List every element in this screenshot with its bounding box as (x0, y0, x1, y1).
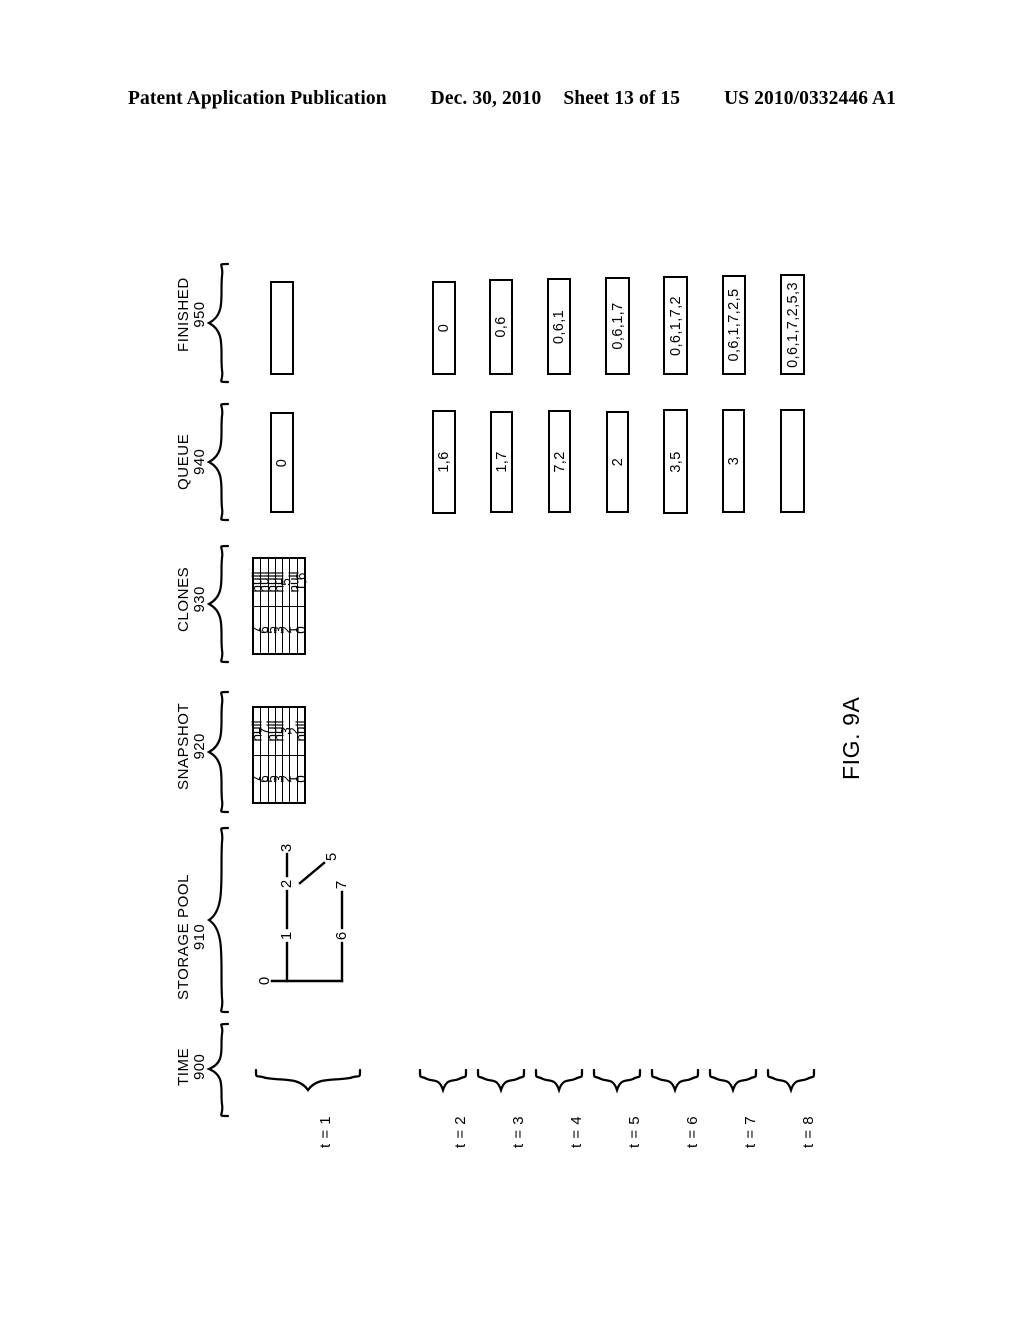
queue-box-t1: 0 (270, 412, 294, 513)
section-label-finished-text: FINISHED (175, 277, 192, 352)
brace-storage-pool (206, 826, 230, 1014)
time-label-t4: t = 4 (568, 1115, 585, 1148)
brace-snapshot (206, 690, 230, 814)
finished-value-t8: 0,6,1,7,2,5,3 (784, 281, 801, 368)
brace-finished (206, 262, 230, 384)
queue-value-t2: 1,6 (436, 451, 452, 473)
tree-node-7: 7 (333, 881, 350, 889)
time-brace-t2 (418, 1068, 468, 1094)
time-brace-t8 (766, 1068, 816, 1094)
finished-box-t2: 0 (432, 281, 456, 375)
brace-queue (206, 402, 230, 522)
time-label-t6: t = 6 (684, 1115, 701, 1148)
snapshot-table: null 0 2 1 3 2 null 3 null 5 7 6 null 7 (249, 706, 308, 804)
finished-value-t4: 0,6,1 (551, 309, 567, 344)
finished-box-t7: 0,6,1,7,2,5 (722, 275, 746, 375)
queue-box-t4: 7,2 (548, 410, 571, 513)
finished-value-t6: 0,6,1,7,2 (667, 295, 684, 356)
section-label-finished: FINISHED 950 (175, 277, 208, 352)
queue-box-t6: 3,5 (663, 409, 688, 514)
finished-value-t5: 0,6,1,7 (609, 302, 626, 350)
section-label-storage-pool: STORAGE POOL 910 (175, 873, 208, 1000)
figure-caption: FIG. 9A (838, 696, 864, 780)
time-brace-t1 (254, 1068, 362, 1093)
finished-box-t3: 0,6 (489, 279, 513, 375)
tree-edge-2-5 (298, 861, 326, 885)
time-label-t7: t = 7 (742, 1115, 759, 1148)
queue-box-t3: 1,7 (490, 411, 513, 513)
section-label-clones: CLONES 930 (175, 566, 208, 632)
snapshot-key-6: 7 (249, 774, 265, 783)
finished-box-t8: 0,6,1,7,2,5,3 (780, 274, 805, 375)
time-brace-t6 (650, 1068, 700, 1094)
queue-value-t7: 3 (725, 456, 742, 466)
time-label-t5: t = 5 (626, 1115, 643, 1148)
queue-box-t7: 3 (722, 409, 745, 513)
finished-box-t1 (270, 281, 294, 375)
finished-box-t6: 0,6,1,7,2 (663, 276, 688, 375)
section-label-snapshot: SNAPSHOT 920 (175, 702, 208, 790)
time-brace-t4 (534, 1068, 584, 1094)
tree-node-3: 3 (278, 844, 295, 852)
clones-col-1: null 1 (286, 559, 301, 653)
section-label-clones-text: CLONES (175, 566, 192, 632)
time-label-t8: t = 8 (800, 1115, 817, 1148)
storage-pool-tree: 0 1 2 3 5 6 7 (256, 844, 350, 985)
clones-value-6: null (250, 559, 265, 607)
finished-value-t7: 0,6,1,7,2,5 (726, 288, 742, 362)
queue-box-t8 (780, 409, 805, 513)
snapshot-col-1: 2 1 (286, 708, 301, 802)
section-label-storage-pool-text: STORAGE POOL (175, 873, 192, 1000)
time-brace-t5 (592, 1068, 642, 1094)
tree-node-0: 0 (256, 977, 273, 985)
queue-box-t5: 2 (606, 411, 629, 513)
queue-value-t6: 3,5 (667, 450, 684, 473)
queue-box-t2: 1,6 (432, 410, 456, 514)
section-label-time: TIME 900 (175, 1047, 208, 1086)
snapshot-col-0: null 0 (293, 708, 308, 802)
time-label-t2: t = 2 (452, 1115, 469, 1148)
brace-time (206, 1022, 230, 1118)
queue-value-t4: 7,2 (551, 450, 568, 473)
tree-node-1: 1 (278, 932, 295, 940)
section-label-queue: QUEUE 940 (175, 433, 208, 490)
figure-9a: FINISHED 950 QUEUE 940 CLONES 930 SNAPSH… (0, 0, 1024, 1320)
finished-box-t5: 0,6,1,7 (605, 277, 630, 375)
finished-box-t4: 0,6,1 (547, 278, 571, 375)
snapshot-value-6: null (250, 708, 265, 756)
tree-node-2: 2 (278, 880, 295, 888)
section-label-time-text: TIME (175, 1047, 192, 1086)
queue-value-t3: 1,7 (493, 451, 510, 473)
section-label-snapshot-text: SNAPSHOT (175, 702, 192, 790)
time-brace-t7 (708, 1068, 758, 1094)
queue-value-t5: 2 (609, 457, 626, 467)
finished-value-t2: 0 (436, 323, 452, 333)
queue-value-t1: 0 (274, 458, 290, 467)
snapshot-col-6: null 7 (249, 708, 265, 802)
section-label-queue-text: QUEUE (175, 433, 192, 490)
snapshot-col-4: null 5 (264, 708, 279, 802)
finished-value-t3: 0,6 (493, 316, 509, 338)
time-label-t3: t = 3 (510, 1115, 527, 1148)
tree-node-5: 5 (323, 853, 340, 861)
tree-node-6: 6 (333, 932, 350, 940)
brace-clones (206, 544, 230, 664)
time-label-t1: t = 1 (317, 1115, 334, 1148)
clones-key-6: 7 (249, 625, 265, 634)
time-brace-t3 (476, 1068, 526, 1094)
clones-col-6: null 7 (249, 559, 265, 653)
clones-table: 1,6 0 null 1 5 2 null 3 null 5 null 6 nu… (249, 557, 308, 655)
